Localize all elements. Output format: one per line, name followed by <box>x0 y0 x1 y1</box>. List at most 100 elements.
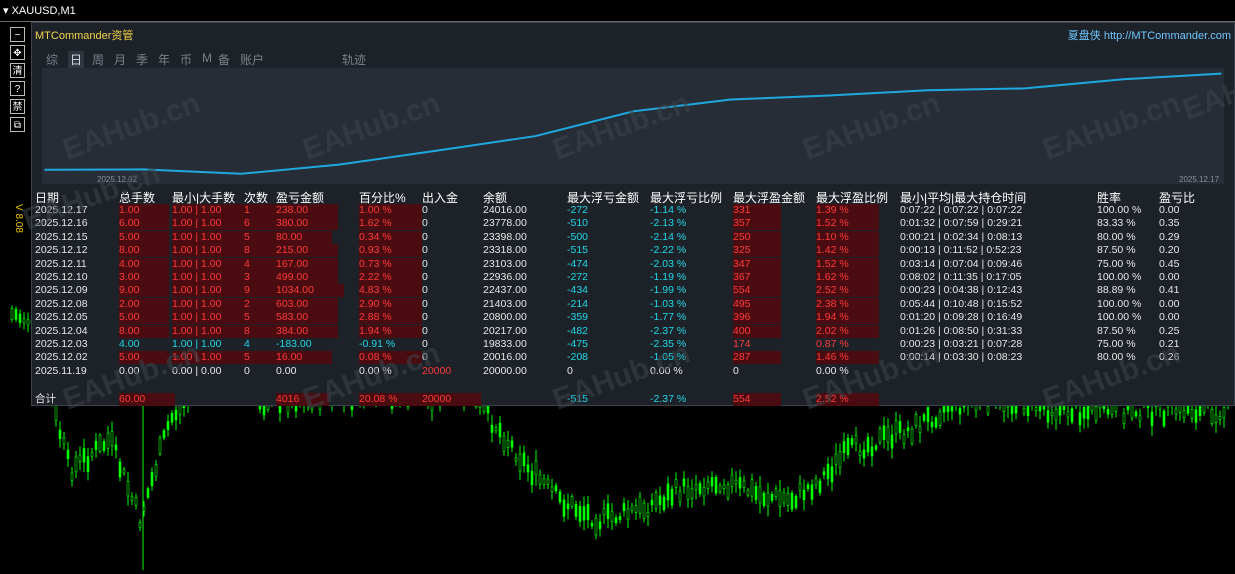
candle-body <box>150 472 154 487</box>
cell-date: 2025.12.03 <box>35 337 88 350</box>
cell-maxdd: -214 <box>567 297 589 310</box>
cell-pct: 0.00 % <box>359 364 392 377</box>
candle-body <box>882 425 886 440</box>
table-row[interactable]: 2025.12.12 8.00 1.00 | 1.00 8 215.00 0.93 % 0 2… <box>32 244 1234 258</box>
candle-body <box>498 422 502 438</box>
cell-maxfp: 0 <box>733 364 739 377</box>
candle-body <box>890 434 894 449</box>
cell-ddpct: -2.14 % <box>650 230 687 243</box>
table-row[interactable]: 2025.12.08 2.00 1.00 | 1.00 2 603.00 2.90 % 0 2… <box>32 297 1234 311</box>
candle-body <box>814 478 818 486</box>
table-row[interactable]: 2025.12.16 6.00 1.00 | 1.00 6 380.00 1.62 % 0 2… <box>32 217 1234 231</box>
cell-fppct: 2.02 % <box>816 324 879 338</box>
minimize-icon[interactable]: − <box>10 27 25 42</box>
table-row[interactable]: 2025.12.03 4.00 1.00 | 1.00 4 -183.00 -0.91 %… <box>32 338 1234 351</box>
candle-body <box>678 490 682 503</box>
cell-win: 88.89 % <box>1097 284 1136 297</box>
candle-body <box>1050 412 1054 416</box>
candle-body <box>66 449 70 460</box>
table-row[interactable]: 2025.12.11 4.00 1.00 | 1.00 4 167.00 0.73 % 0 2… <box>32 257 1234 271</box>
candle-body <box>1054 409 1058 421</box>
table-row[interactable]: 2025.12.09 9.00 1.00 | 1.00 9 1034.00 4.83 % 0… <box>32 284 1234 298</box>
tab-8[interactable]: 备 <box>218 51 230 68</box>
cell-io: 0 <box>422 217 428 230</box>
cell-count: 8 <box>244 244 280 258</box>
cell-balance: 23398.00 <box>483 230 527 243</box>
cell-pnl: 238.00 <box>276 204 339 217</box>
tab-4[interactable]: 季 <box>136 51 148 68</box>
table-row[interactable]: 2025.12.15 5.00 1.00 | 1.00 5 80.00 0.34 % 0 23… <box>32 230 1234 244</box>
candle-body <box>718 485 722 492</box>
candle-body <box>570 496 574 507</box>
symbol-title-text: XAUUSD,M1 <box>11 5 76 17</box>
cell-hold: 0:01:20 | 0:09:28 | 0:16:49 <box>900 311 1023 324</box>
cell-lots: 5.00 <box>119 230 170 244</box>
candle-body <box>886 426 890 443</box>
table-row[interactable]: 2025.12.05 5.00 1.00 | 1.00 5 583.00 2.88 % 0 2… <box>32 311 1234 325</box>
candle-body <box>514 457 518 462</box>
total-io: 20000 <box>422 393 482 406</box>
cell-date: 2025.12.15 <box>35 230 88 243</box>
cell-rr: 0.00 <box>1159 297 1180 310</box>
tab-1[interactable]: 日 <box>68 51 85 68</box>
candle-body <box>1186 405 1190 414</box>
candle-body <box>522 452 526 466</box>
tab-2[interactable]: 周 <box>92 51 104 68</box>
candle-body <box>746 489 750 496</box>
move-icon[interactable]: ✥ <box>10 45 25 60</box>
cell-date: 2025.12.17 <box>35 204 88 216</box>
tab-0[interactable]: 综 <box>46 51 58 68</box>
cell-pct: 0.08 % <box>359 351 422 365</box>
candle-body <box>134 497 138 506</box>
candle-body <box>94 440 98 450</box>
equity-end-label: 2025.12.17 <box>1179 175 1220 184</box>
website-link[interactable]: 夏盘侠 http://MTCommander.com <box>1068 27 1231 43</box>
candle-body <box>1162 410 1166 427</box>
table-row[interactable]: 2025.12.04 8.00 1.00 | 1.00 8 384.00 1.94 % 0 2… <box>32 324 1234 338</box>
cell-pnl: 583.00 <box>276 311 339 325</box>
candle-body <box>1022 408 1026 414</box>
cell-count: 5 <box>244 230 280 244</box>
tab-10[interactable]: 轨迹 <box>342 51 366 68</box>
cell-io: 0 <box>422 204 428 216</box>
help-icon[interactable]: ? <box>10 81 25 96</box>
cell-fppct: 1.42 % <box>816 244 879 258</box>
candle-body <box>802 489 806 501</box>
candle-body <box>862 449 866 459</box>
table-row[interactable]: 2025.11.19 0.00 0.00 | 0.00 0 0.00 0.00 % 2000… <box>32 365 1234 378</box>
cell-io: 0 <box>422 244 428 257</box>
candle-body <box>674 479 678 488</box>
tab-7[interactable]: M <box>202 51 212 65</box>
candle-body <box>738 477 742 489</box>
cell-io: 0 <box>422 311 428 324</box>
total-row: 合计 60.00 4016 20.08 % 20000 -515 -2.37 % 554 2.5… <box>32 393 1234 406</box>
clear-icon[interactable]: 清 <box>10 63 25 78</box>
cell-count: 0 <box>244 364 250 377</box>
table-row[interactable]: 2025.12.17 1.00 1.00 | 1.00 1 238.00 1.00 % 0 2… <box>32 204 1234 217</box>
candle-body <box>950 406 954 412</box>
candle-body <box>926 407 930 423</box>
candle-body <box>1190 408 1194 419</box>
cell-balance: 20000.00 <box>483 364 527 377</box>
candle-body <box>822 471 826 476</box>
cell-hold: 0:00:23 | 0:03:21 | 0:07:28 <box>900 337 1023 350</box>
candle-body <box>102 441 106 451</box>
tab-9[interactable]: 账户 <box>240 51 264 68</box>
table-row[interactable]: 2025.12.10 3.00 1.00 | 1.00 3 499.00 2.22 % 0 2… <box>32 270 1234 284</box>
cell-fppct: 1.62 % <box>816 270 879 284</box>
disable-icon[interactable]: 禁 <box>10 99 25 114</box>
table-row[interactable]: 2025.12.02 5.00 1.00 | 1.00 5 16.00 0.08 % 0 20… <box>32 351 1234 365</box>
tab-5[interactable]: 年 <box>158 51 170 68</box>
tab-3[interactable]: 月 <box>114 51 126 68</box>
candle-body <box>902 433 906 445</box>
cell-ddpct: -2.13 % <box>650 217 687 230</box>
window-icon[interactable]: ⧉ <box>10 117 25 132</box>
cell-date: 2025.12.12 <box>35 244 88 257</box>
cell-lots: 8.00 <box>119 324 170 338</box>
candle-body <box>582 506 586 521</box>
chart-title-bar: ▾ XAUUSD,M1 <box>0 0 1235 22</box>
cell-minmax: 1.00 | 1.00 <box>172 297 252 311</box>
candle-body <box>554 485 558 492</box>
tab-6[interactable]: 币 <box>180 51 192 68</box>
cell-ddpct: -1.03 % <box>650 297 687 310</box>
